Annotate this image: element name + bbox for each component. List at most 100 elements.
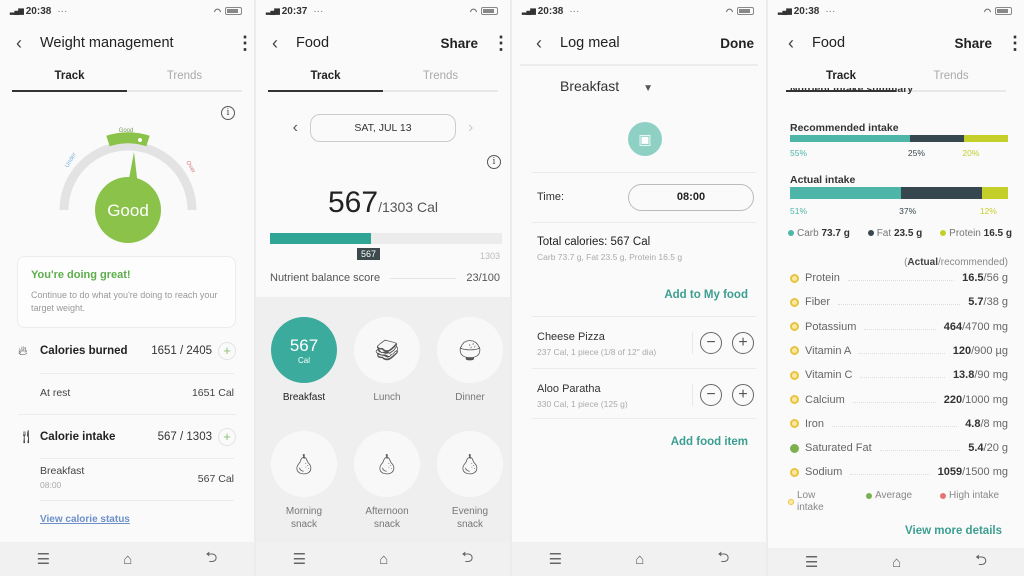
meal-afternoon-snack[interactable]: 🍐︎ Afternoon snack: [345, 431, 429, 531]
tab-track[interactable]: Track: [12, 64, 127, 92]
carb-pct-label: 51%: [790, 206, 808, 216]
signal-icon: ▂▄▆: [10, 8, 24, 15]
legend-average: Average: [866, 490, 912, 501]
wifi-icon: ◠: [984, 6, 991, 16]
home-icon[interactable]: ⌂: [635, 551, 644, 568]
back-icon[interactable]: ‹: [788, 33, 810, 54]
date-navigator: ‹ SAT, JUL 13 ›: [256, 114, 510, 142]
more-options-icon[interactable]: ⋮: [236, 34, 254, 52]
home-icon[interactable]: ⌂: [892, 554, 901, 571]
add-food-item-button[interactable]: Add food item: [671, 436, 748, 448]
calories-burned-row[interactable]: 🔥︎ Calories burned 1651 / 2405 +: [18, 342, 236, 360]
date-picker[interactable]: SAT, JUL 13: [310, 114, 456, 142]
page-title: Log meal: [560, 35, 620, 51]
prev-day-icon[interactable]: ‹: [293, 119, 298, 137]
back-icon[interactable]: ‹: [16, 33, 38, 54]
more-options-icon[interactable]: ⋮: [492, 34, 510, 52]
breakfast-calories-circle: 567 Cal: [271, 317, 337, 383]
protein-segment: [964, 135, 1008, 142]
nutrient-balance-score[interactable]: Nutrient balance score 23/100: [270, 272, 500, 284]
total-calories: Total calories: 567 Cal: [537, 236, 651, 248]
calories-goal: /1303 Cal: [378, 199, 438, 215]
meal-type-dropdown[interactable]: Breakfast ▼: [560, 78, 653, 94]
meal-grid: 567 Cal Breakfast 🥪︎ Lunch 🍚︎ Dinner 🍐︎ M…: [256, 297, 510, 542]
macro-legend: Carb 73.7 g Fat 23.5 g Protein 16.5 g: [788, 228, 1012, 239]
tab-trends[interactable]: Trends: [896, 64, 1006, 90]
more-options-icon[interactable]: ⋮: [1006, 34, 1024, 52]
decrease-quantity-button[interactable]: −: [700, 332, 722, 354]
back-icon[interactable]: ‹: [536, 33, 558, 54]
next-day-icon: ›: [468, 119, 474, 136]
nutrient-name: Vitamin A: [805, 344, 852, 357]
page-title: Food: [812, 35, 846, 51]
card-body: Continue to do what you're doing to reac…: [31, 290, 218, 313]
view-more-details-button[interactable]: View more details: [905, 525, 1002, 537]
increase-quantity-button[interactable]: +: [732, 332, 754, 354]
add-to-my-food-button[interactable]: Add to My food: [664, 289, 748, 301]
meal-label: Evening snack: [451, 506, 489, 530]
add-food-button[interactable]: +: [218, 428, 236, 446]
view-calorie-status-link[interactable]: View calorie status: [40, 514, 130, 525]
meal-dinner[interactable]: 🍚︎ Dinner: [428, 317, 510, 404]
breakfast-value: 567 Cal: [197, 473, 234, 485]
home-icon[interactable]: ⌂: [379, 551, 388, 568]
increase-quantity-button[interactable]: +: [732, 384, 754, 406]
wifi-icon: ◠: [214, 6, 221, 16]
app-bar: ‹ Weight management ⋮: [0, 22, 254, 64]
back-nav-icon[interactable]: ⮌: [205, 547, 217, 572]
notification-dots: ···: [57, 5, 68, 17]
nutrient-name: Protein: [805, 272, 840, 284]
nutrient-row: Fiber 5.7/38 g: [790, 296, 1008, 308]
meal-lunch[interactable]: 🥪︎ Lunch: [345, 317, 429, 404]
calorie-intake-row[interactable]: 🍴︎ Calorie intake 567 / 1303 +: [18, 428, 236, 446]
encouragement-card: You're doing great! Continue to do what …: [17, 256, 236, 328]
meal-breakfast[interactable]: 567 Cal Breakfast: [262, 317, 346, 404]
screen-weight-management: ▂▄▆ 20:38 ··· ◠ ‹ Weight management ⋮ Tr…: [0, 0, 256, 576]
menu-icon[interactable]: ☰: [37, 550, 50, 568]
breakfast-row[interactable]: Breakfast 08:00 567 Cal: [40, 465, 234, 490]
meal-evening-snack[interactable]: 🍐︎ Evening snack: [428, 431, 510, 531]
divider: [40, 373, 234, 374]
done-button[interactable]: Done: [720, 36, 754, 51]
calories-burned-value: 1651 / 2405: [151, 345, 212, 357]
tab-trends[interactable]: Trends: [383, 64, 498, 90]
nutrient-value: 5.7/38 g: [968, 296, 1008, 309]
breakfast-label: Breakfast: [40, 465, 85, 477]
add-exercise-button[interactable]: +: [218, 342, 236, 360]
back-nav-icon[interactable]: ⮌: [975, 550, 987, 575]
sandwich-icon: 🥪︎: [354, 317, 420, 383]
nutrient-name: Iron: [805, 417, 824, 430]
tab-trends[interactable]: Trends: [127, 64, 242, 90]
nutrient-row: Vitamin A 120/900 µg: [790, 345, 1008, 357]
nutrient-name: Fiber: [805, 296, 831, 309]
tab-track[interactable]: Track: [268, 64, 383, 92]
back-icon[interactable]: ‹: [272, 33, 294, 54]
time-picker[interactable]: 08:00: [628, 184, 754, 211]
share-button[interactable]: Share: [440, 36, 478, 51]
home-icon[interactable]: ⌂: [123, 551, 132, 568]
calorie-summary: 567/1303 Cal: [256, 186, 510, 220]
nutrient-name: Potassium: [805, 320, 857, 333]
menu-icon[interactable]: ☰: [549, 550, 562, 568]
back-nav-icon[interactable]: ⮌: [717, 547, 729, 572]
meal-morning-snack[interactable]: 🍐︎ Morning snack: [262, 431, 346, 531]
system-nav-bar: ☰ ⌂ ⮌: [768, 548, 1024, 576]
gauge-marker: [138, 138, 142, 142]
status-time: 20:38: [537, 5, 564, 17]
protein-pct-label: 20%: [962, 148, 980, 158]
share-button[interactable]: Share: [954, 36, 992, 51]
add-photo-icon[interactable]: ▣: [628, 122, 662, 156]
intake-level-icon: [790, 443, 799, 453]
card-heading: You're doing great!: [31, 269, 131, 281]
carb-pct-label: 55%: [790, 148, 808, 158]
menu-icon[interactable]: ☰: [293, 550, 306, 568]
back-nav-icon[interactable]: ⮌: [461, 547, 473, 572]
carb-segment: [790, 135, 910, 142]
tab-bar: Track Trends: [12, 64, 242, 92]
menu-icon[interactable]: ☰: [805, 553, 818, 571]
decrease-quantity-button[interactable]: −: [700, 384, 722, 406]
info-icon[interactable]: i: [221, 106, 235, 120]
protein-segment: [981, 187, 1008, 199]
info-icon[interactable]: i: [487, 155, 501, 169]
meal-type-value: Breakfast: [560, 78, 620, 94]
